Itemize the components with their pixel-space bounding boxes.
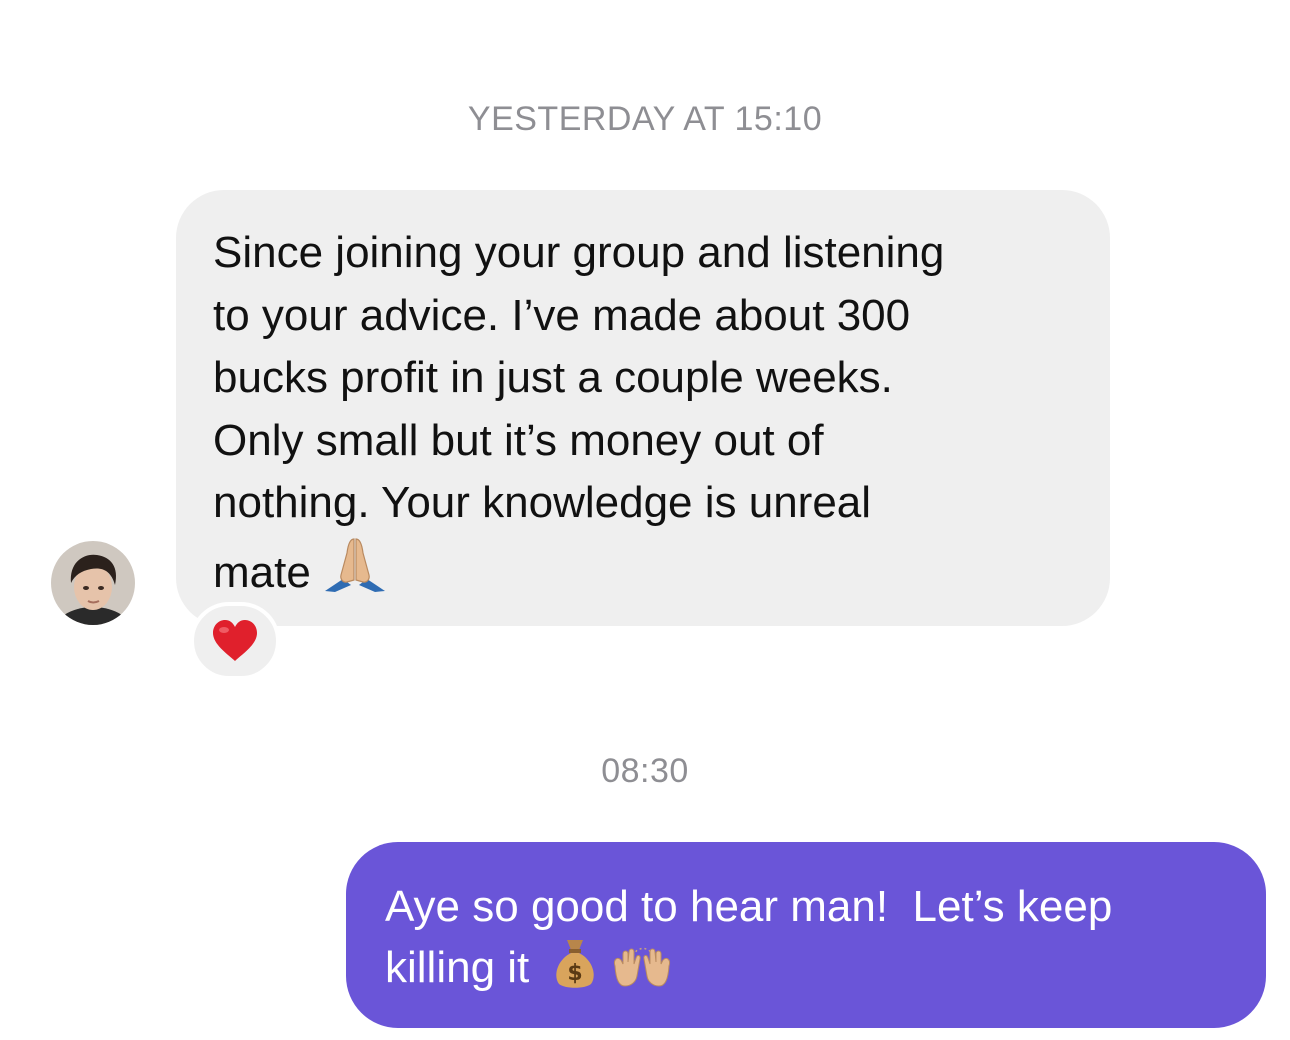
outgoing-message-bubble[interactable]: Aye so good to hear man! Let’s keep kill… [346, 842, 1266, 1028]
avatar-photo [51, 541, 135, 625]
message-line-text: mate [213, 547, 311, 597]
message-line: Aye so good to hear man! Let’s keep [385, 882, 1113, 931]
message-line: Since joining your group and listening [213, 228, 945, 277]
timestamp-yesterday: YESTERDAY AT 15:10 [467, 100, 823, 138]
message-line: nothing. Your knowledge is unreal [213, 478, 872, 527]
message-line: Only small but it’s money out of [213, 415, 824, 465]
svg-text:$: $ [568, 961, 583, 986]
message-line: bucks profit in just a couple weeks. [213, 353, 893, 402]
message-line-text: killing it [385, 943, 530, 992]
timestamp-today: 08:30 [601, 752, 689, 790]
folded-hands-icon [323, 535, 387, 611]
contact-avatar[interactable] [51, 541, 135, 625]
heart-icon [213, 620, 257, 661]
message-last-line: killing it $ [385, 936, 1236, 1003]
message-last-line: mate [213, 535, 1074, 611]
heart-reaction[interactable] [190, 602, 280, 680]
money-bag-icon: $ [551, 936, 599, 1003]
message-line: to your advice. I’ve made about 300 [213, 290, 911, 340]
incoming-message-bubble[interactable]: Since joining your group and listening t… [176, 190, 1110, 626]
raising-hands-icon [609, 936, 675, 1003]
